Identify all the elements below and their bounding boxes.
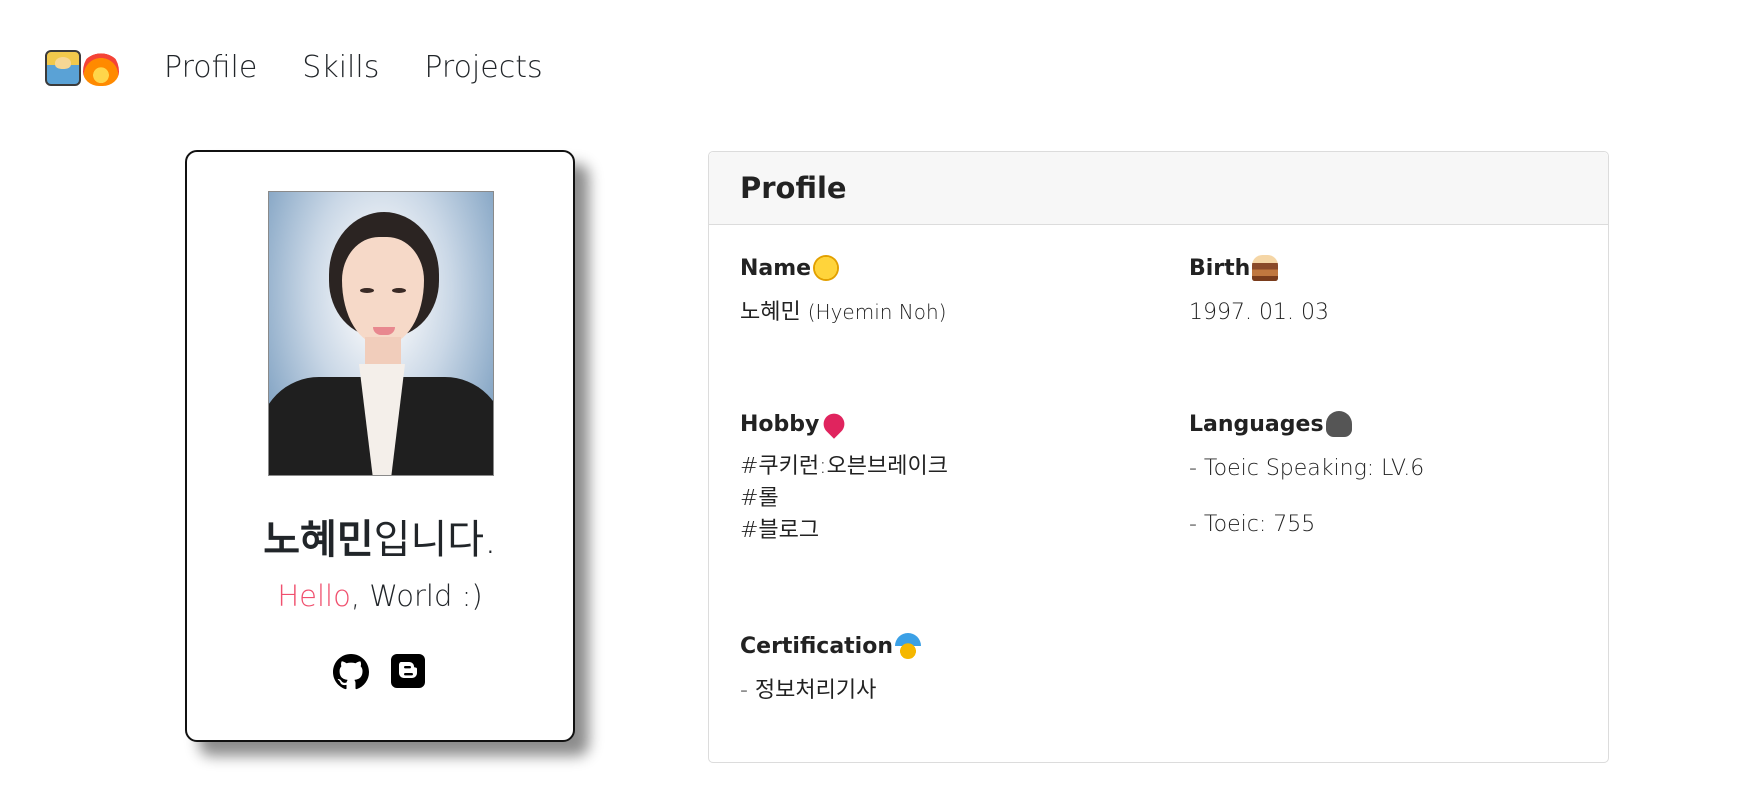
- profile-photo: [268, 191, 494, 476]
- birth-value: 1997. 01. 03: [1189, 300, 1329, 325]
- field-languages: Languages - Toeic Speaking: LV.6 - Toeic…: [1189, 411, 1424, 541]
- languages-label: Languages: [1189, 411, 1324, 437]
- grinning-face-icon: [813, 255, 840, 281]
- profile-panel: Profile Name 노혜민 (Hyemin Noh) Birth 1997…: [708, 151, 1609, 763]
- nav-link-projects[interactable]: Projects: [424, 50, 542, 85]
- name-value-kr: 노혜민: [740, 300, 801, 325]
- card-name-suffix: 입니다.: [373, 517, 497, 563]
- hobby-item: #쿠키런:오븐브레이크: [740, 454, 949, 479]
- card-name: 노혜민: [263, 517, 374, 563]
- technologist-icon: [45, 49, 81, 86]
- name-value-en: (Hyemin Noh): [807, 300, 947, 324]
- language-item: - Toeic: 755: [1189, 511, 1316, 537]
- certification-item: - 정보처리기사: [740, 678, 877, 703]
- field-birth: Birth 1997. 01. 03: [1189, 255, 1329, 329]
- field-name: Name 노혜민 (Hyemin Noh): [740, 255, 946, 329]
- greeting-rest: , World :): [350, 579, 483, 613]
- nav-link-profile[interactable]: Profile: [164, 50, 257, 85]
- hobby-item: #블로그: [740, 517, 820, 543]
- top-navbar: Profile Skills Projects: [0, 0, 1737, 135]
- fire-icon: [83, 49, 119, 86]
- certification-label: Certification: [740, 633, 894, 659]
- card-title: 노혜민입니다.: [187, 516, 573, 564]
- nav-link-skills[interactable]: Skills: [302, 50, 379, 85]
- medal-icon: [895, 633, 922, 659]
- brand-logo[interactable]: [45, 49, 119, 86]
- cake-icon: [1252, 255, 1279, 281]
- hobby-label: Hobby: [740, 411, 820, 437]
- name-label: Name: [740, 255, 812, 281]
- heart-icon: [819, 409, 850, 439]
- social-links: [187, 654, 573, 690]
- language-item: - Toeic Speaking: LV.6: [1189, 456, 1425, 481]
- hobby-item: #롤: [740, 485, 779, 511]
- field-certification: Certification - 정보처리기사: [740, 633, 922, 707]
- panel-header: Profile: [709, 152, 1608, 225]
- github-icon[interactable]: [333, 654, 369, 690]
- card-greeting: Hello, World :): [187, 578, 573, 616]
- field-hobby: Hobby #쿠키런:오븐브레이크 #롤 #블로그: [740, 409, 949, 547]
- panel-title: Profile: [740, 171, 847, 205]
- blogger-icon[interactable]: [391, 654, 427, 690]
- birth-label: Birth: [1189, 255, 1251, 281]
- profile-card: 노혜민입니다. Hello, World :): [185, 150, 575, 742]
- speaking-head-icon: [1325, 411, 1352, 437]
- greeting-highlight: Hello: [277, 579, 351, 613]
